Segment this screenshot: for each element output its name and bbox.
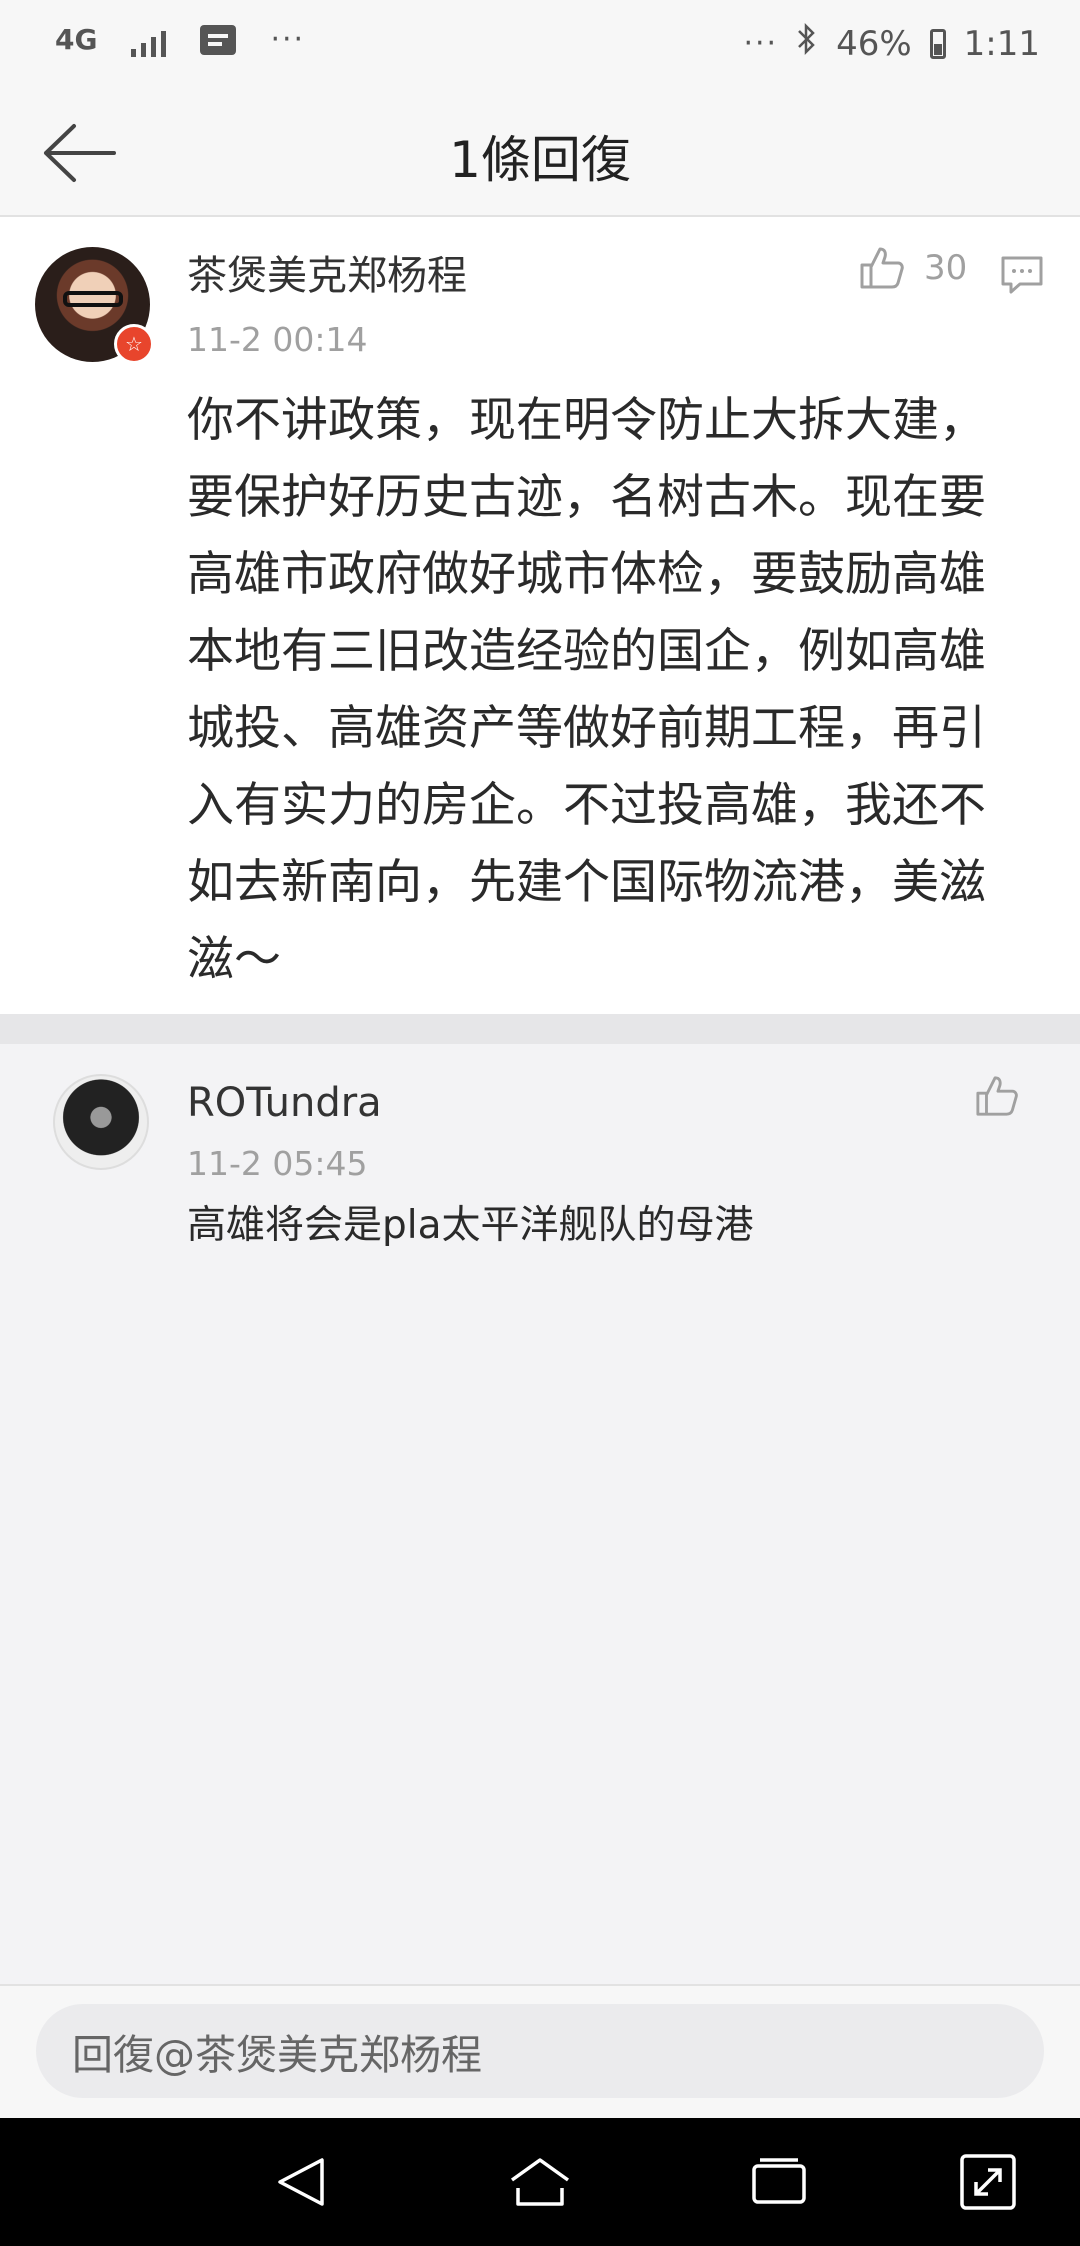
comment-time: 11-2 05:45: [187, 1144, 368, 1183]
section-divider: [0, 1014, 1080, 1044]
comment-author[interactable]: ROTundra: [187, 1080, 382, 1126]
avatar[interactable]: [53, 1074, 149, 1170]
expand-icon[interactable]: [958, 2152, 1022, 2212]
like-count: 30: [924, 248, 968, 288]
reply-comment-icon[interactable]: [1000, 255, 1044, 299]
system-nav-bar: [0, 2118, 1080, 2246]
status-dots-right: ···: [743, 26, 779, 61]
comment-text: 你不讲政策，现在明令防止大拆大建，要保护好历史古迹，名树古木。现在要高雄市政府做…: [187, 393, 986, 987]
comment-text: 高雄将会是pla太平洋舰队的母港: [187, 1203, 754, 1248]
verified-badge-icon: ☆: [114, 324, 154, 364]
reply-input[interactable]: 回復@茶煲美克郑杨程: [36, 2004, 1044, 2098]
status-bar: 4G ··· ··· 46% 1:11: [0, 0, 1080, 90]
avatar[interactable]: ☆: [35, 247, 154, 364]
header-bar: 1條回復: [0, 90, 1080, 217]
comment-card: ROTundra 11-2 05:45 高雄将会是pla太平洋舰队的母港: [0, 1044, 1080, 1274]
avatar-glasses: [63, 291, 123, 307]
status-dots-left: ···: [270, 22, 306, 57]
back-triangle-icon[interactable]: [270, 2152, 334, 2212]
battery-icon: [929, 28, 946, 59]
thumbs-up-icon: [976, 1076, 1018, 1116]
like-button[interactable]: [974, 1074, 1020, 1118]
message-icon: [200, 24, 237, 55]
comment-time: 11-2 00:14: [187, 320, 368, 359]
status-time: 1:11: [963, 23, 1040, 64]
comment-author[interactable]: 茶煲美克郑杨程: [187, 243, 467, 301]
battery-percent: 46%: [836, 23, 912, 64]
home-icon[interactable]: [508, 2152, 572, 2212]
thumbs-up-icon: [860, 247, 904, 289]
comment-card: ☆ 茶煲美克郑杨程 11-2 00:14 30 你不讲政策，现在明令防止大拆大建…: [0, 217, 1080, 1014]
recents-icon[interactable]: [748, 2152, 812, 2212]
network-4g-icon: 4G: [55, 22, 98, 56]
like-button[interactable]: 30: [858, 245, 967, 291]
reply-bar: 回復@茶煲美克郑杨程: [0, 1984, 1080, 2118]
bluetooth-icon: [796, 22, 818, 65]
page-title: 1條回復: [449, 131, 631, 189]
signal-icon: [131, 23, 167, 57]
